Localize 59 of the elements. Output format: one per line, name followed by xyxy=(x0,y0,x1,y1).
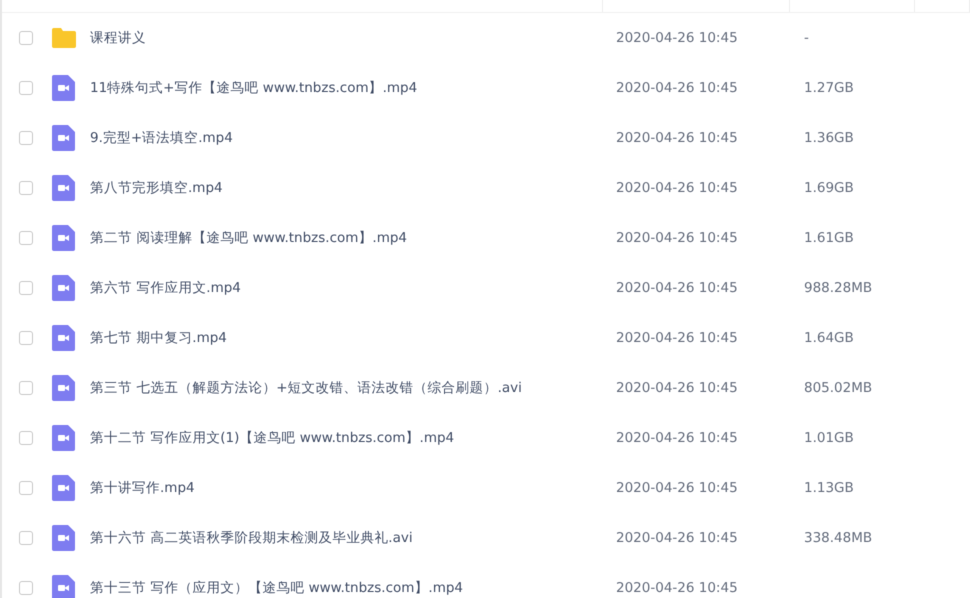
file-size: 1.36GB xyxy=(803,130,855,146)
file-name: 9.完型+语法填空.mp4 xyxy=(90,129,234,147)
checkbox[interactable] xyxy=(19,431,33,445)
file-size: 988.28MB xyxy=(803,280,874,296)
checkbox[interactable] xyxy=(19,531,33,545)
file-name: 第三节 七选五（解题方法论）+短文改错、语法改错（综合刷题）.avi xyxy=(90,379,523,397)
checkbox[interactable] xyxy=(19,481,33,495)
file-size: 1.69GB xyxy=(803,180,855,196)
file-name: 第二节 阅读理解【途鸟吧 www.tnbzs.com】.mp4 xyxy=(90,229,408,247)
modified-time: 2020-04-26 10:45 xyxy=(615,30,739,46)
video-file-icon xyxy=(52,225,75,251)
checkbox[interactable] xyxy=(19,581,33,595)
modified-time: 2020-04-26 10:45 xyxy=(615,130,739,146)
modified-time: 2020-04-26 10:45 xyxy=(615,280,739,296)
folder-icon xyxy=(52,28,76,48)
file-name: 第十六节 高二英语秋季阶段期末检测及毕业典礼.avi xyxy=(90,529,414,547)
file-name: 课程讲义 xyxy=(90,29,147,47)
file-name: 第七节 期中复习.mp4 xyxy=(90,329,228,347)
checkbox[interactable] xyxy=(19,281,33,295)
modified-time: 2020-04-26 10:45 xyxy=(615,530,739,546)
checkbox[interactable] xyxy=(19,131,33,145)
file-size: 805.02MB xyxy=(803,380,874,396)
video-file-icon xyxy=(52,475,75,501)
video-file-icon xyxy=(52,525,75,551)
modified-time: 2020-04-26 10:45 xyxy=(615,480,739,496)
video-file-icon xyxy=(52,575,75,598)
file-size: 1.13GB xyxy=(803,480,855,496)
file-size: 1.64GB xyxy=(803,330,855,346)
file-name: 第六节 写作应用文.mp4 xyxy=(90,279,242,297)
file-name: 第八节完形填空.mp4 xyxy=(90,179,224,197)
file-size: - xyxy=(803,30,810,46)
file-name: 第十讲写作.mp4 xyxy=(90,479,196,497)
checkbox[interactable] xyxy=(19,31,33,45)
modified-time: 2020-04-26 10:45 xyxy=(615,580,739,596)
checkbox[interactable] xyxy=(19,331,33,345)
file-name: 第十二节 写作应用文(1)【途鸟吧 www.tnbzs.com】.mp4 xyxy=(90,429,456,447)
file-size: 1.61GB xyxy=(803,230,855,246)
file-size: 1.27GB xyxy=(803,80,855,96)
checkbox[interactable] xyxy=(19,81,33,95)
modified-time: 2020-04-26 10:45 xyxy=(615,330,739,346)
video-file-icon xyxy=(52,425,75,451)
file-size: 1.01GB xyxy=(803,430,855,446)
checkbox[interactable] xyxy=(19,381,33,395)
video-file-icon xyxy=(52,125,75,151)
checkbox[interactable] xyxy=(19,231,33,245)
file-size: 338.48MB xyxy=(803,530,874,546)
modified-time: 2020-04-26 10:45 xyxy=(615,230,739,246)
video-file-icon xyxy=(52,325,75,351)
modified-time: 2020-04-26 10:45 xyxy=(615,430,739,446)
file-name: 11特殊句式+写作【途鸟吧 www.tnbzs.com】.mp4 xyxy=(90,79,418,97)
file-name: 第十三节 写作（应用文）【途鸟吧 www.tnbzs.com】.mp4 xyxy=(90,579,464,597)
video-file-icon xyxy=(52,175,75,201)
modified-time: 2020-04-26 10:45 xyxy=(615,380,739,396)
video-file-icon xyxy=(52,275,75,301)
video-file-icon xyxy=(52,75,75,101)
modified-time: 2020-04-26 10:45 xyxy=(615,80,739,96)
video-file-icon xyxy=(52,375,75,401)
modified-time: 2020-04-26 10:45 xyxy=(615,180,739,196)
checkbox[interactable] xyxy=(19,181,33,195)
